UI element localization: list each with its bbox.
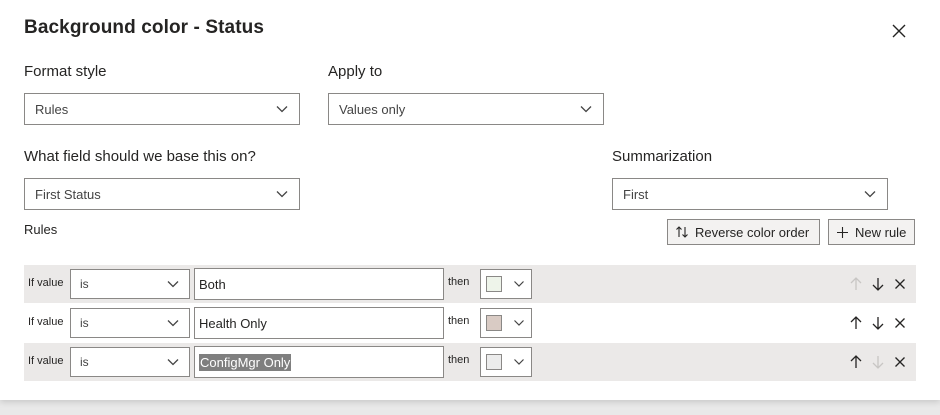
close-icon[interactable] [888,20,910,42]
then-label: then [448,276,470,288]
summarization-value: First [623,186,649,202]
rule-row: If value is Both then [24,265,916,303]
chevron-down-icon [167,281,179,288]
base-field-value: First Status [35,186,101,202]
chevron-down-icon [276,106,288,113]
color-swatch [486,354,502,370]
color-picker[interactable] [480,308,532,338]
background-color-dialog: Background color - Status Format style R… [0,0,940,400]
arrow-up-icon[interactable] [848,354,864,370]
color-picker[interactable] [480,269,532,299]
operator-value: is [80,355,89,369]
delete-icon[interactable] [892,276,908,292]
sort-icon [676,226,688,238]
rule-value-text: Health Only [199,315,267,331]
chevron-down-icon [514,320,524,326]
apply-to-label: Apply to [328,63,383,80]
format-style-value: Rules [35,101,69,117]
plus-icon [837,226,848,238]
summarization-label: Summarization [612,148,713,165]
arrow-up-icon[interactable] [848,315,864,331]
rule-value-input[interactable]: ConfigMgr Only [194,346,444,378]
operator-dropdown[interactable]: is [70,269,190,299]
rule-value-text: Both [199,276,226,292]
chevron-down-icon [276,191,288,198]
format-style-label: Format style [24,63,107,80]
base-field-dropdown[interactable]: First Status [24,178,300,210]
operator-value: is [80,316,89,330]
rule-row: If value is ConfigMgr Only then [24,343,916,381]
rule-row: If value is Health Only then [24,304,916,342]
then-label: then [448,354,470,366]
arrow-down-icon[interactable] [870,354,886,370]
arrow-down-icon[interactable] [870,315,886,331]
rule-value-input[interactable]: Health Only [194,307,444,339]
if-value-label: If value [28,277,64,289]
chevron-down-icon [514,281,524,287]
base-field-label: What field should we base this on? [24,148,256,165]
if-value-label: If value [28,355,64,367]
delete-icon[interactable] [892,354,908,370]
apply-to-dropdown[interactable]: Values only [328,93,604,125]
operator-dropdown[interactable]: is [70,347,190,377]
reverse-color-order-label: Reverse color order [695,224,810,240]
operator-dropdown[interactable]: is [70,308,190,338]
dialog-title: Background color - Status [24,17,265,38]
rules-label: Rules [24,222,58,237]
format-style-dropdown[interactable]: Rules [24,93,300,125]
apply-to-value: Values only [339,101,406,117]
new-rule-label: New rule [855,224,907,240]
color-swatch [486,276,502,292]
color-picker[interactable] [480,347,532,377]
chevron-down-icon [580,106,592,113]
chevron-down-icon [167,359,179,366]
reverse-color-order-button[interactable]: Reverse color order [667,219,820,245]
new-rule-button[interactable]: New rule [828,219,915,245]
delete-icon[interactable] [892,315,908,331]
summarization-dropdown[interactable]: First [612,178,888,210]
operator-value: is [80,277,89,291]
then-label: then [448,315,470,327]
chevron-down-icon [167,320,179,327]
color-swatch [486,315,502,331]
rule-value-text: ConfigMgr Only [199,353,292,371]
if-value-label: If value [28,316,64,328]
chevron-down-icon [514,359,524,365]
rule-value-input[interactable]: Both [194,268,444,300]
chevron-down-icon [864,191,876,198]
arrow-down-icon[interactable] [870,276,886,292]
arrow-up-icon[interactable] [848,276,864,292]
